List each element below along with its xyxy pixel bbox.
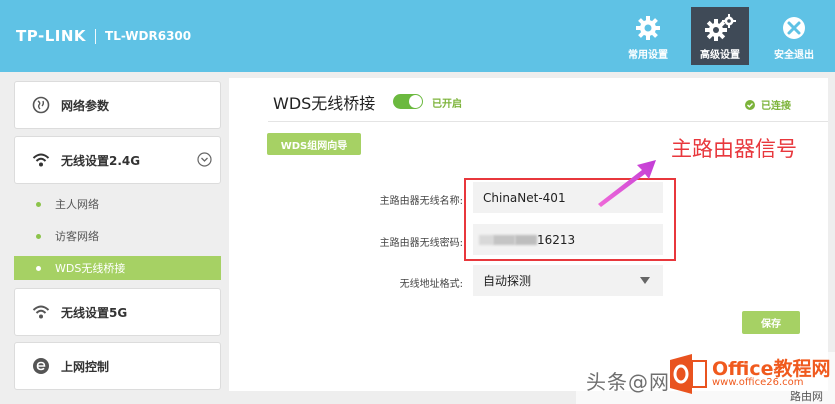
- chevron-down-icon[interactable]: [197, 152, 212, 171]
- bullet-dot-icon: [36, 201, 41, 207]
- password-label: 主路由器无线密码:: [379, 238, 463, 249]
- watermark-text: 头条@网: [586, 370, 670, 394]
- annotation-text: 主路由器信号: [671, 137, 797, 161]
- sidebar-online-control-label: 上网控制: [61, 359, 110, 374]
- logout-button[interactable]: 安全退出: [765, 7, 823, 65]
- common-settings-button[interactable]: 常用设置: [619, 7, 677, 65]
- sub-item-label: 访客网络: [55, 230, 99, 243]
- logout-label: 安全退出: [774, 50, 814, 61]
- sidebar-item-network[interactable]: 网络参数: [14, 81, 221, 129]
- wifi-icon: [32, 151, 50, 169]
- wifi-icon: [32, 303, 50, 321]
- sidebar-item-online-control[interactable]: 上网控制: [14, 342, 221, 390]
- dropdown-arrow-icon: [640, 277, 650, 284]
- annotation-arrow: [598, 160, 656, 207]
- gear-icon: [619, 13, 677, 43]
- office-logo-icon: [670, 354, 707, 394]
- watermark-corner: 路由网: [790, 390, 823, 403]
- exit-icon: [765, 13, 823, 43]
- wds-toggle[interactable]: [393, 94, 423, 109]
- brand: TP-LINK TL-WDR6300: [16, 27, 191, 45]
- gears-icon: [691, 13, 749, 43]
- advanced-settings-button[interactable]: 高级设置: [691, 7, 749, 65]
- status-text: 已连接: [761, 101, 791, 112]
- sub-item-label: 主人网络: [55, 198, 99, 211]
- address-format-label: 无线地址格式:: [399, 279, 463, 290]
- address-format-value: 自动探测: [483, 274, 532, 288]
- sidebar-sub-guest-network[interactable]: 访客网络: [14, 224, 221, 248]
- check-circle-icon: [745, 99, 755, 110]
- save-button[interactable]: 保存: [742, 311, 800, 334]
- globe-icon: [32, 96, 50, 114]
- toggle-state-label: 已开启: [432, 99, 462, 110]
- sidebar-wireless-5g-label: 无线设置5G: [61, 305, 128, 320]
- sidebar-wireless-24g-label: 无线设置2.4G: [61, 153, 141, 168]
- divider: [268, 121, 828, 122]
- toggle-knob: [409, 95, 422, 108]
- top-header: TP-LINK TL-WDR6300 常用设置 高级设置 安全退出: [0, 0, 835, 72]
- bullet-dot-icon: [36, 233, 41, 239]
- watermark-url: www.office26.com: [712, 377, 804, 388]
- sub-item-label: WDS无线桥接: [55, 262, 126, 275]
- brand-separator: [95, 28, 97, 44]
- sidebar-sub-main-network[interactable]: 主人网络: [14, 192, 221, 216]
- e-circle-icon: [32, 357, 50, 375]
- advanced-settings-label: 高级设置: [700, 50, 740, 61]
- sidebar-sub-wds-bridge[interactable]: WDS无线桥接: [14, 256, 221, 280]
- model-name: TL-WDR6300: [105, 29, 192, 43]
- connection-status: 已连接: [745, 97, 791, 112]
- ssid-label: 主路由器无线名称:: [379, 196, 463, 207]
- sidebar-network-label: 网络参数: [61, 98, 110, 113]
- wds-wizard-button[interactable]: WDS组网向导: [267, 133, 361, 155]
- brand-logo: TP-LINK: [16, 27, 87, 45]
- address-format-select[interactable]: 自动探测: [473, 265, 663, 296]
- page-title: WDS无线桥接: [273, 94, 376, 113]
- common-settings-label: 常用设置: [628, 50, 668, 61]
- sidebar-item-wireless-5g[interactable]: 无线设置5G: [14, 288, 221, 336]
- bullet-dot-icon: [36, 265, 41, 271]
- sidebar-item-wireless-24g[interactable]: 无线设置2.4G: [14, 136, 221, 184]
